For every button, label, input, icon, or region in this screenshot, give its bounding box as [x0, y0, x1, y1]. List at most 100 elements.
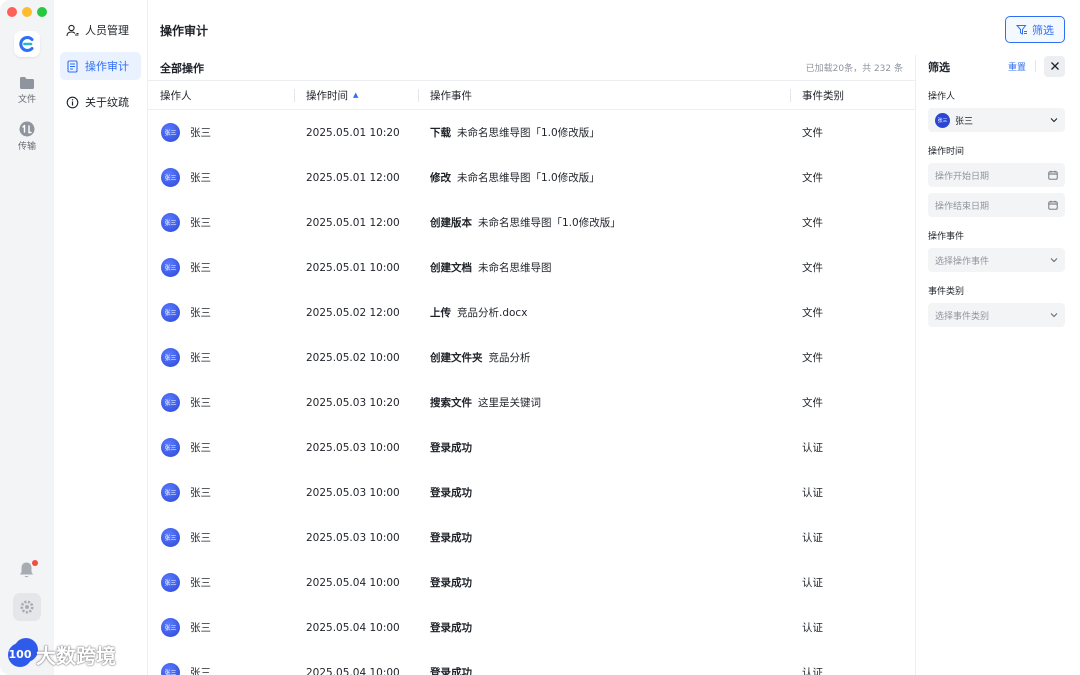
filter-panel-header: 筛选 重置 [928, 55, 1065, 77]
operator-name: 张三 [190, 262, 211, 274]
category-cell: 认证 [802, 532, 823, 544]
close-panel-button[interactable] [1044, 55, 1065, 77]
event-cell: 搜索文件 这里是关键词 [418, 395, 790, 410]
filter-button-label: 筛选 [1032, 23, 1054, 37]
operator-cell: 张三 张三 [148, 168, 294, 187]
time-cell: 2025.05.04 10:00 [306, 576, 400, 589]
column-header-label: 操作人 [160, 89, 192, 102]
reset-button[interactable]: 重置 [1008, 60, 1026, 73]
table-row[interactable]: 张三 张三 2025.05.03 10:20 搜索文件 这里是关键词 文件 [148, 380, 915, 425]
category-label: 事件类别 [928, 287, 965, 297]
audit-table: 全部操作 已加载20条，共 232 条 操作人 操作时间 ▲ 操作事件 事件类别… [148, 55, 915, 675]
settings-button[interactable] [13, 593, 41, 621]
table-row[interactable]: 张三 张三 2025.05.02 12:00 上传 竞品分析.docx 文件 [148, 290, 915, 335]
start-date-input[interactable]: 操作开始日期 [928, 163, 1065, 187]
event-action: 登录成功 [430, 622, 472, 634]
operator-name: 张三 [190, 352, 211, 364]
column-header-time[interactable]: 操作时间 ▲ [294, 81, 418, 109]
event-cell: 下载 未命名思维导图「1.0修改版」 [418, 125, 790, 140]
column-header-label: 操作时间 [306, 89, 348, 102]
sort-asc-icon[interactable]: ▲ [353, 91, 358, 99]
event-action: 登录成功 [430, 487, 472, 499]
secondary-nav: 人员管理 操作审计 关于纹疏 [54, 0, 148, 675]
table-row[interactable]: 张三 张三 2025.05.01 12:00 修改 未命名思维导图「1.0修改版」 文件 [148, 155, 915, 200]
app-logo[interactable] [14, 31, 40, 57]
chevron-down-icon [1050, 118, 1058, 123]
main-content: 操作审计 筛选 全部操作 已加载20条，共 232 条 操作人 操作时间 ▲ 操… [148, 0, 1080, 675]
event-action: 登录成功 [430, 577, 472, 589]
column-header-category[interactable]: 事件类别 [790, 81, 915, 109]
operator-name: 张三 [190, 397, 211, 409]
table-row[interactable]: 张三 张三 2025.05.03 10:00 登录成功 认证 [148, 470, 915, 515]
table-row[interactable]: 张三 张三 2025.05.01 12:00 创建版本 未命名思维导图「1.0修改版」文… [148, 200, 915, 245]
time-cell: 2025.05.03 10:00 [306, 486, 400, 499]
window-controls [7, 7, 47, 17]
table-row[interactable]: 张三 张三 2025.05.04 10:00 登录成功 认证 [148, 605, 915, 650]
person-manage-icon [66, 24, 79, 36]
loaded-count: 已加载20条，共 232 条 [805, 64, 903, 74]
nav-item-people[interactable]: 人员管理 [60, 16, 141, 44]
column-header-event[interactable]: 操作事件 [418, 81, 790, 109]
close-icon [1050, 62, 1059, 70]
page-title: 操作审计 [160, 24, 209, 38]
table-header: 操作人 操作时间 ▲ 操作事件 事件类别 [148, 81, 915, 110]
filter-panel-title: 筛选 [928, 61, 950, 74]
table-row[interactable]: 张三 张三 2025.05.02 10:00 创建文件夹 竞品分析 文件 [148, 335, 915, 380]
rail-item-transfer-label: 传输 [17, 142, 36, 152]
table-row[interactable]: 张三 张三 2025.05.01 10:20 下载 未命名思维导图「1.0修改版」 文件 [148, 110, 915, 155]
category-select[interactable]: 选择事件类别 [928, 303, 1065, 327]
end-date-input[interactable]: 操作结束日期 [928, 193, 1065, 217]
end-date-placeholder: 操作结束日期 [935, 201, 990, 212]
divider [1035, 60, 1036, 72]
start-date-placeholder: 操作开始日期 [935, 171, 990, 182]
avatar: 张三 [161, 258, 180, 277]
close-window-button[interactable] [7, 7, 17, 17]
table-row[interactable]: 张三 张三 2025.05.04 10:00 登录成功 认证 [148, 560, 915, 605]
event-action: 创建版本 [430, 217, 472, 229]
operator-name: 张三 [190, 622, 211, 634]
avatar: 张三 [161, 663, 180, 675]
table-row[interactable]: 张三 张三 2025.05.03 10:00 登录成功 认证 [148, 515, 915, 560]
rail-item-transfer[interactable]: 传输 [0, 121, 54, 152]
time-cell: 2025.05.01 12:00 [306, 171, 400, 184]
event-cell: 创建版本 未命名思维导图「1.0修改版」 [418, 215, 790, 230]
avatar: 张三 [161, 123, 180, 142]
table-row[interactable]: 张三 张三 2025.05.03 10:00 登录成功 认证 [148, 425, 915, 470]
nav-item-about[interactable]: 关于纹疏 [60, 88, 141, 116]
table-section-header: 全部操作 已加载20条，共 232 条 [148, 55, 915, 81]
event-action: 登录成功 [430, 667, 472, 675]
operator-cell: 张三 张三 [148, 213, 294, 232]
operator-select[interactable]: 张三 张三 [928, 108, 1065, 132]
table-row[interactable]: 张三 张三 2025.05.04 10:00 登录成功 认证 [148, 650, 915, 675]
operator-label: 操作人 [928, 92, 956, 102]
operator-name: 张三 [190, 217, 211, 229]
event-cell: 登录成功 [418, 485, 790, 500]
operator-name: 张三 [190, 442, 211, 454]
event-target: 未命名思维导图 [478, 262, 552, 274]
rail-item-files[interactable]: 文件 [0, 76, 54, 105]
event-action: 修改 [430, 172, 451, 184]
avatar: 张三 [161, 528, 180, 547]
column-header-operator[interactable]: 操作人 [148, 81, 294, 109]
notification-badge [32, 560, 38, 566]
operator-cell: 张三 张三 [148, 438, 294, 457]
time-cell: 2025.05.04 10:00 [306, 666, 400, 675]
event-select[interactable]: 选择操作事件 [928, 248, 1065, 272]
avatar: 张三 [161, 438, 180, 457]
event-cell: 登录成功 [418, 575, 790, 590]
time-cell: 2025.05.01 10:20 [306, 126, 400, 139]
category-cell: 认证 [802, 577, 823, 589]
table-row[interactable]: 张三 张三 2025.05.01 10:00 创建文档 未命名思维导图 文件 [148, 245, 915, 290]
maximize-window-button[interactable] [37, 7, 47, 17]
event-target: 这里是关键词 [478, 397, 541, 409]
nav-item-audit[interactable]: 操作审计 [60, 52, 141, 80]
event-action: 上传 [430, 307, 451, 319]
avatar: 张三 [161, 573, 180, 592]
category-cell: 认证 [802, 622, 823, 634]
filter-button[interactable]: 筛选 [1005, 16, 1065, 43]
minimize-window-button[interactable] [22, 7, 32, 17]
event-cell: 登录成功 [418, 620, 790, 635]
category-cell: 文件 [802, 127, 823, 139]
event-cell: 登录成功 [418, 440, 790, 455]
user-avatar[interactable] [14, 638, 38, 662]
